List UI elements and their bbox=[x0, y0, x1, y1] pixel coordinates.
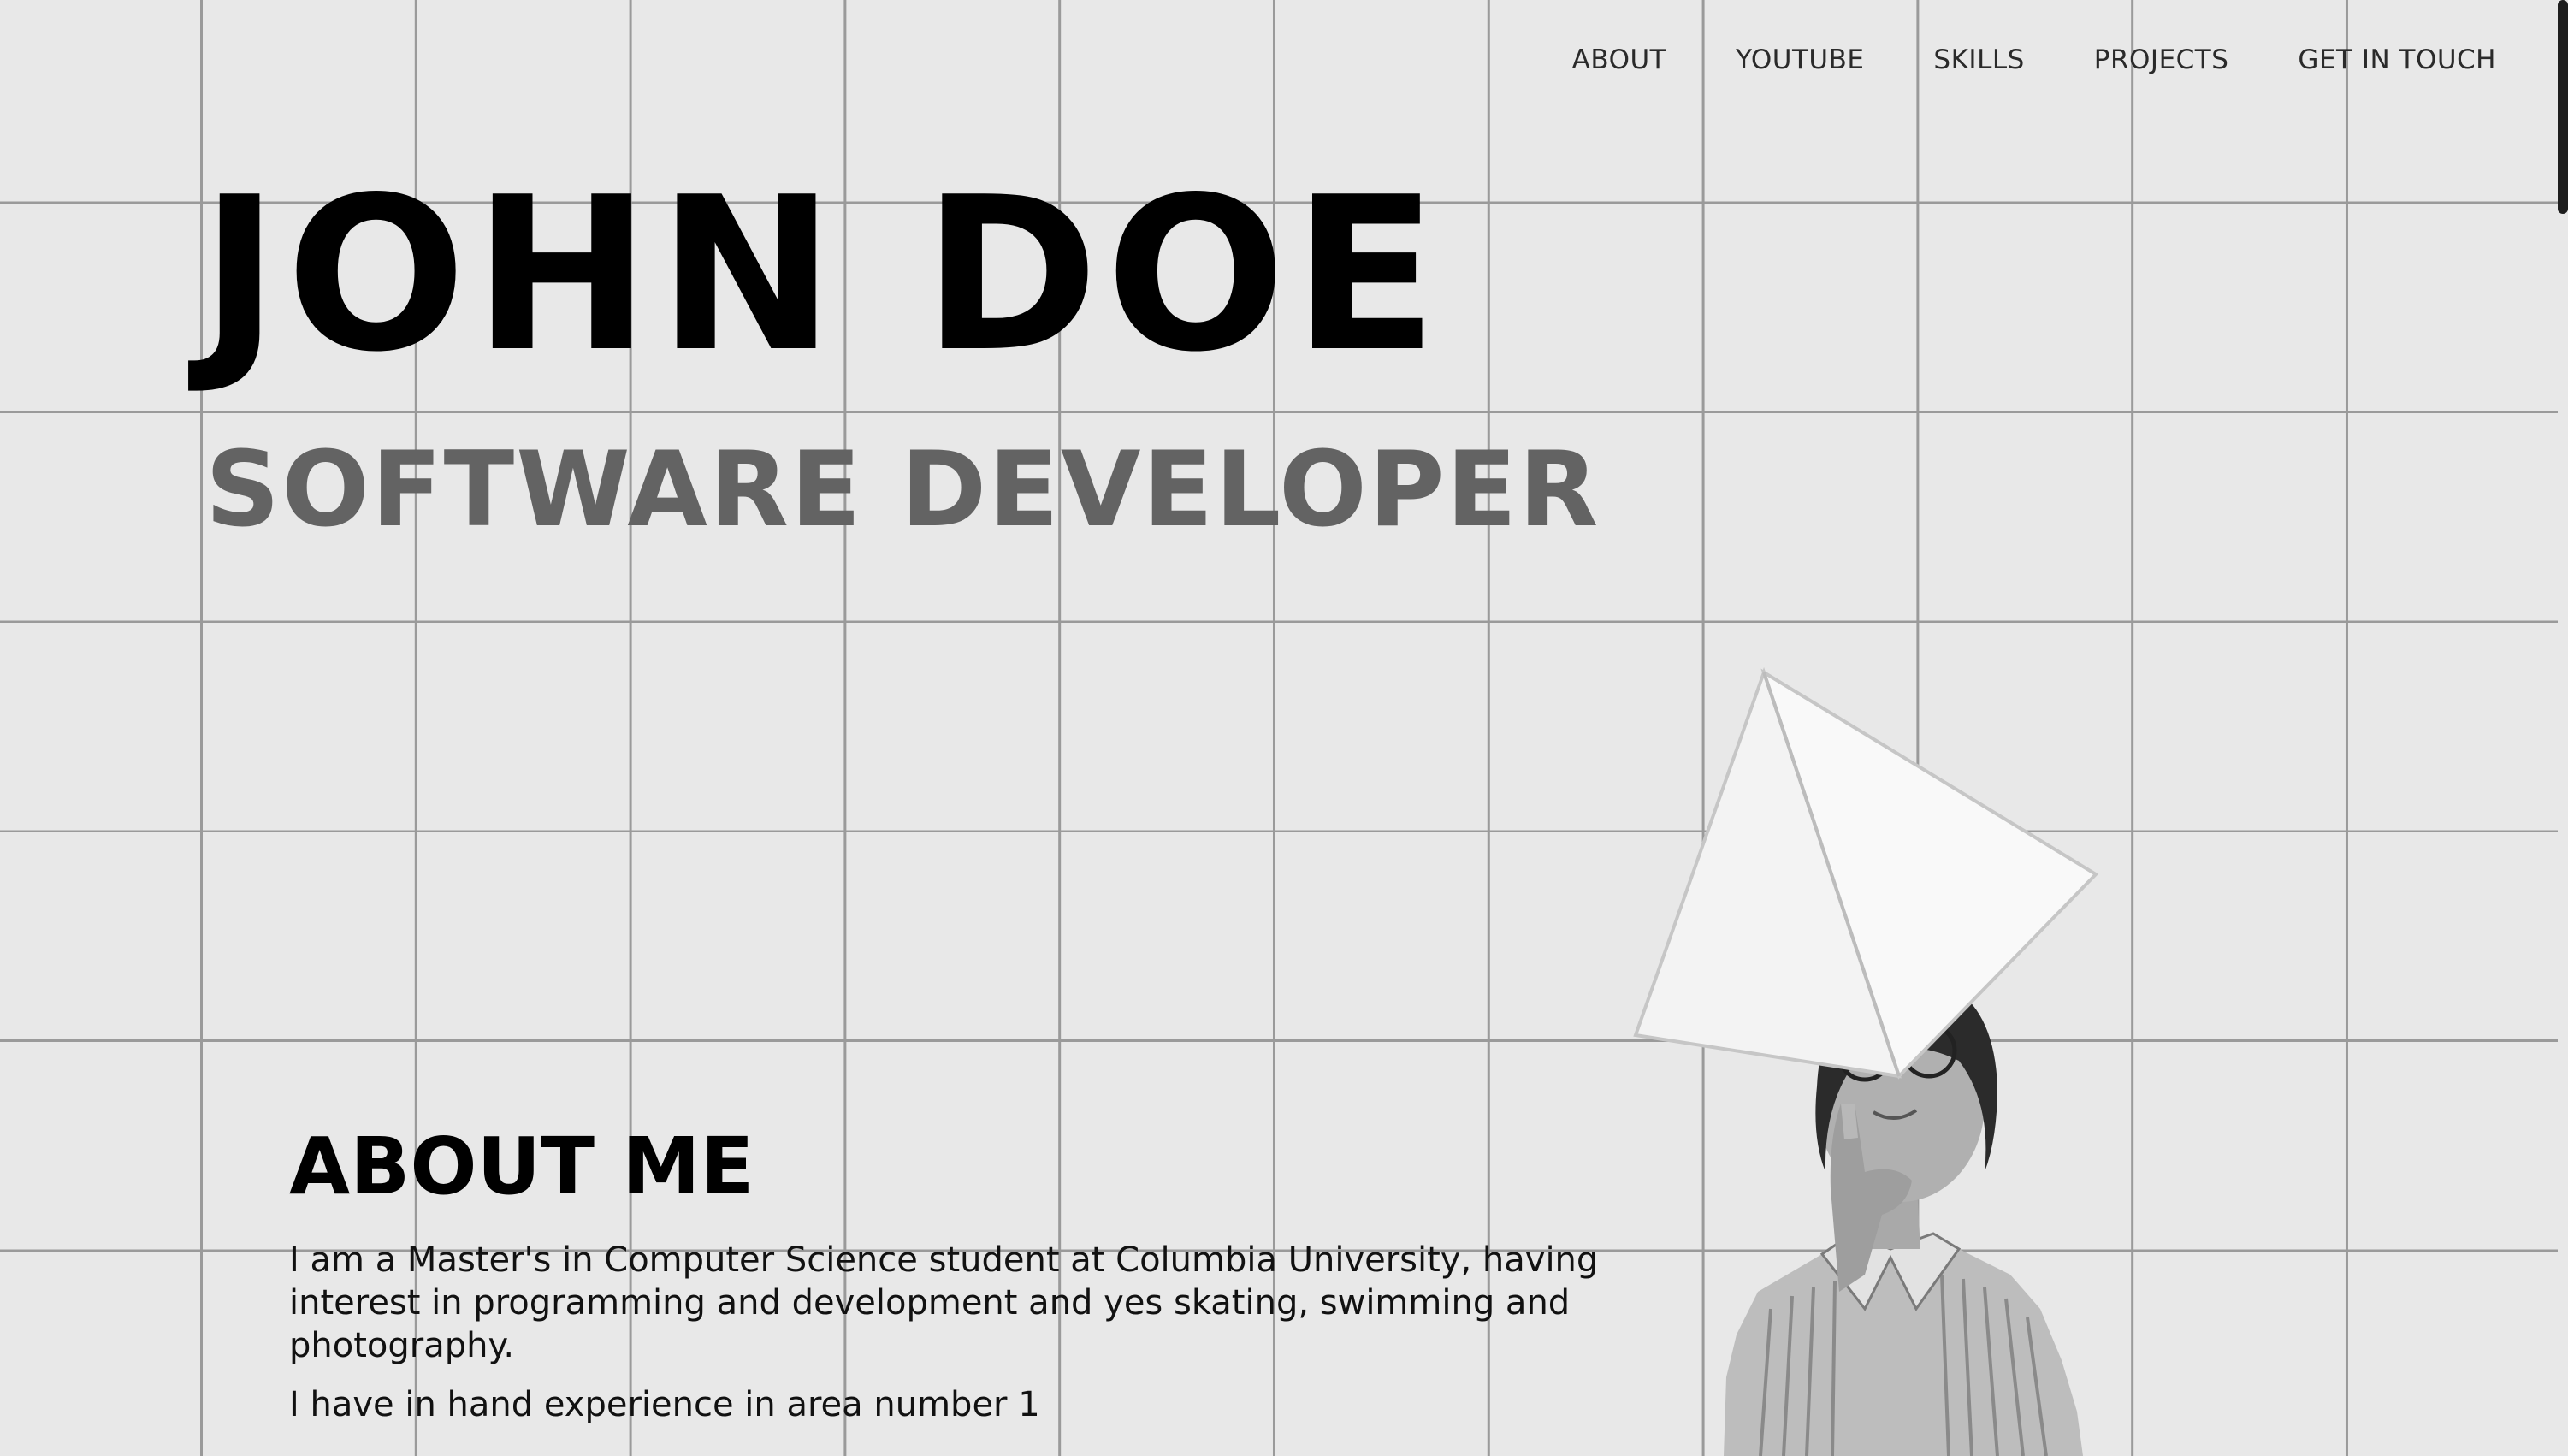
hero-name: JOHN DOE bbox=[200, 152, 1445, 399]
top-nav: ABOUT YOUTUBE SKILLS PROJECTS GET IN TOU… bbox=[1572, 44, 2496, 75]
hero-figure bbox=[1633, 666, 2099, 1456]
nav-link-projects[interactable]: PROJECTS bbox=[2094, 44, 2229, 75]
nav-link-get-in-touch[interactable]: GET IN TOUCH bbox=[2298, 44, 2496, 75]
about-paragraph-1: I am a Master's in Computer Science stud… bbox=[289, 1240, 1599, 1365]
about-heading: ABOUT ME bbox=[289, 1121, 754, 1212]
nav-link-about[interactable]: ABOUT bbox=[1572, 44, 1666, 75]
about-paragraph-2: I have in hand experience in area number… bbox=[289, 1385, 1040, 1424]
page-scrollbar[interactable] bbox=[2558, 0, 2568, 1456]
nav-link-skills[interactable]: SKILLS bbox=[1933, 44, 2024, 75]
nav-link-youtube[interactable]: YOUTUBE bbox=[1736, 44, 1864, 75]
pyramid-icon bbox=[1633, 666, 2099, 1080]
scrollbar-thumb[interactable] bbox=[2558, 0, 2568, 214]
hero-role: SOFTWARE DEVELOPER bbox=[205, 429, 1601, 550]
